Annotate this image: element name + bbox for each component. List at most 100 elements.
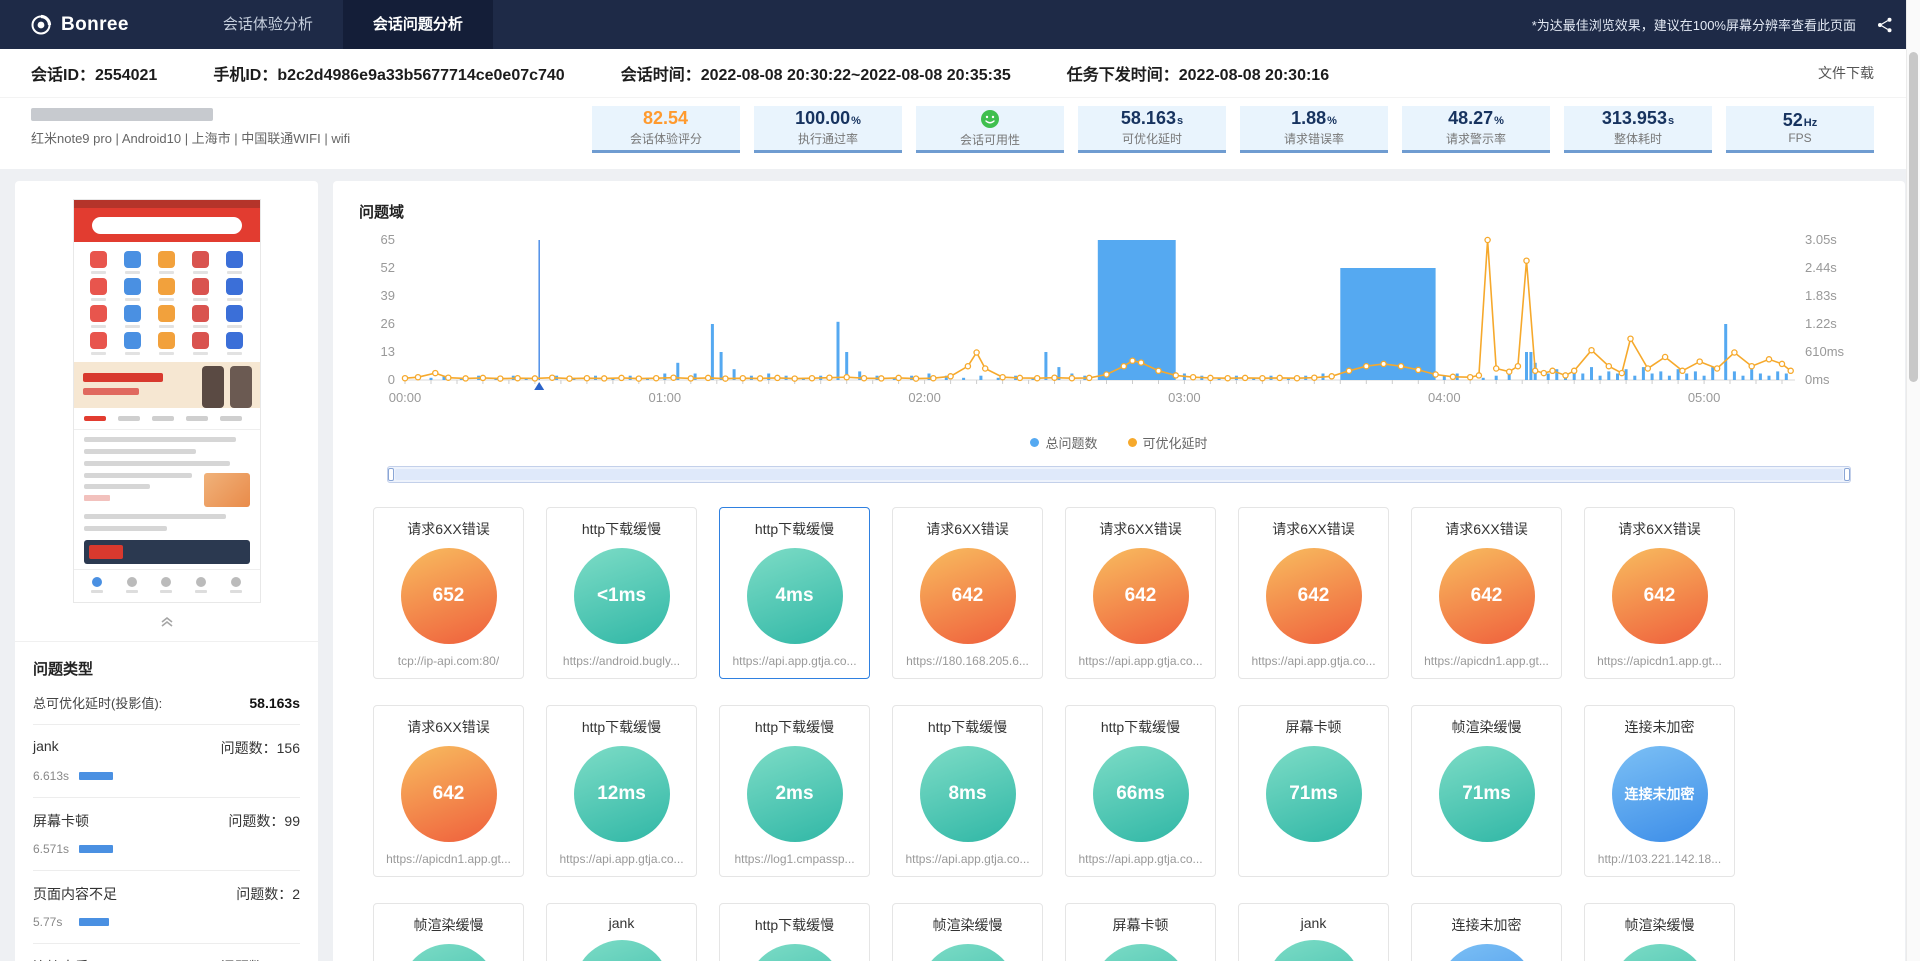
problem-domain-chart[interactable]: 00:0001:0002:0003:0004:0005:000132639526… [359, 228, 1871, 426]
problem-card[interactable]: jank185ms [546, 903, 697, 961]
problem-type-count: 问题数：2 [236, 884, 300, 904]
problem-card-title: 帧渲染缓慢 [414, 915, 484, 935]
problem-card-title: 请求6XX错误 [1445, 519, 1527, 539]
problem-card-url: tcp://ip-api.com:80/ [398, 654, 499, 668]
problem-card-url: https://api.app.gtja.co... [559, 852, 683, 866]
chart-range-slider[interactable] [387, 466, 1851, 483]
problem-card-title: 请求6XX错误 [926, 519, 1008, 539]
optimizable-delay-total: 总可优化延时(投影值): 58.163s [33, 693, 300, 712]
svg-text:3.05s: 3.05s [1805, 232, 1837, 247]
problem-card[interactable]: 连接未加密连接未加密 [1411, 903, 1562, 961]
problem-type-item[interactable]: jank问题数：1566.613s [33, 724, 300, 797]
kpi-label: FPS [1788, 131, 1811, 145]
brush-handle-left[interactable] [388, 468, 394, 481]
svg-text:0: 0 [388, 372, 395, 387]
problem-value-circle: 111ms [920, 944, 1016, 961]
problem-card[interactable]: 帧渲染缓慢71ms [1411, 705, 1562, 877]
task-dispatch-label: 任务下发时间： [1067, 67, 1179, 84]
kpi-strip: 红米note9 pro | Android10 | 上海市 | 中国联通WIFI… [0, 98, 1920, 169]
problem-card[interactable]: http下载缓慢8mshttps://api.app.gtja.co... [892, 705, 1043, 877]
problem-types-section: 问题类型 总可优化延时(投影值): 58.163s jank问题数：1566.6… [15, 642, 318, 961]
legend-item[interactable]: 总问题数 [1030, 433, 1097, 452]
problem-card-title: 帧渲染缓慢 [1625, 915, 1695, 935]
kpi-label: 请求错误率 [1284, 130, 1344, 147]
problem-card[interactable]: 请求6XX错误 642 https://apicdn1.app.gt... [1411, 507, 1562, 679]
session-time: 会话时间：2022-08-08 20:30:22~2022-08-08 20:3… [621, 61, 1011, 85]
problem-card-title: http下载缓慢 [928, 717, 1007, 737]
kpi-label: 整体耗时 [1614, 130, 1662, 147]
problem-card[interactable]: http下载缓慢58ms [719, 903, 870, 961]
problem-card[interactable]: 请求6XX错误 652 tcp://ip-api.com:80/ [373, 507, 524, 679]
problem-card-title: http下载缓慢 [755, 519, 834, 539]
total-label: 总可优化延时(投影值): [33, 693, 162, 712]
device-name-redacted [31, 108, 213, 121]
problem-card[interactable]: jank153ms [1238, 903, 1389, 961]
problem-card-title: 屏幕卡顿 [1286, 717, 1342, 737]
problem-card-title: 屏幕卡顿 [1113, 915, 1169, 935]
share-button[interactable] [1876, 16, 1894, 34]
problem-card[interactable]: 请求6XX错误642https://api.app.gtja.co... [1238, 507, 1389, 679]
problem-card-title: 帧渲染缓慢 [1452, 717, 1522, 737]
collapse-screenshot-button[interactable] [15, 611, 318, 642]
svg-text:05:00: 05:00 [1688, 390, 1721, 405]
problem-card-title: 请求6XX错误 [1618, 519, 1700, 539]
kpi-label: 可优化延时 [1122, 130, 1182, 147]
problem-card[interactable]: http下载缓慢66mshttps://api.app.gtja.co... [1065, 705, 1216, 877]
svg-text:04:00: 04:00 [1428, 390, 1461, 405]
problem-value-circle: 66ms [1093, 746, 1189, 842]
problem-card[interactable]: 请求6XX错误642https://180.168.205.6... [892, 507, 1043, 679]
file-download-link[interactable]: 文件下载 [1818, 63, 1874, 83]
problem-card-title: 请求6XX错误 [1272, 519, 1354, 539]
svg-text:01:00: 01:00 [649, 390, 682, 405]
problem-card[interactable]: 屏幕卡顿71ms [1238, 705, 1389, 877]
problem-card[interactable]: http下载缓慢<1mshttps://android.bugly... [546, 507, 697, 679]
problem-value-circle: 12ms [574, 746, 670, 842]
page-scrollbar[interactable] [1906, 0, 1920, 961]
brush-selection[interactable] [395, 469, 1843, 480]
bonree-logo-icon [30, 14, 52, 36]
brush-handle-right[interactable] [1844, 468, 1850, 481]
top-navbar: Bonree 会话体验分析 会话问题分析 *为达最佳浏览效果，建议在100%屏幕… [0, 0, 1920, 49]
problem-card[interactable]: 帧渲染缓慢111ms [892, 903, 1043, 961]
kpi-label: 执行通过率 [798, 130, 858, 147]
tab-session-experience[interactable]: 会话体验分析 [193, 0, 343, 49]
problem-value-circle: 2ms [747, 746, 843, 842]
problem-card-title: http下载缓慢 [1101, 717, 1180, 737]
problem-domain-chart-wrap: 00:0001:0002:0003:0004:0005:000132639526… [359, 228, 1879, 431]
problem-card-title: 请求6XX错误 [407, 519, 489, 539]
problem-card[interactable]: 屏幕卡顿291ms [1065, 903, 1216, 961]
problem-card[interactable]: http下载缓慢4mshttps://api.app.gtja.co... [719, 507, 870, 679]
problem-type-count: 问题数：99 [228, 811, 300, 831]
problem-card[interactable]: 请求6XX错误642https://apicdn1.app.gt... [1584, 507, 1735, 679]
legend-item[interactable]: 可优化延时 [1128, 433, 1208, 452]
problem-card-url: https://apicdn1.app.gt... [1424, 654, 1549, 668]
scrollbar-thumb[interactable] [1909, 52, 1918, 382]
problem-card-title: http下载缓慢 [755, 717, 834, 737]
problem-card[interactable]: 连接未加密连接未加密http://103.221.142.18... [1584, 705, 1735, 877]
problem-card[interactable]: http下载缓慢2mshttps://log1.cmpassp... [719, 705, 870, 877]
problem-type-count: 问题数：156 [221, 738, 300, 758]
session-time-value: 2022-08-08 20:30:22~2022-08-08 20:35:35 [701, 67, 1011, 84]
problem-type-item[interactable]: 页面内容不足问题数：25.77s [33, 870, 300, 943]
problem-type-item[interactable]: 屏幕卡顿问题数：996.571s [33, 797, 300, 870]
problem-card[interactable]: 请求6XX错误642https://apicdn1.app.gt... [373, 705, 524, 877]
problem-type-bar [79, 918, 109, 926]
problem-value-circle: 4ms [747, 548, 843, 644]
task-dispatch-value: 2022-08-08 20:30:16 [1179, 67, 1329, 84]
kpi-card: 313.953s整体耗时 [1564, 106, 1712, 153]
problem-card[interactable]: http下载缓慢12mshttps://api.app.gtja.co... [546, 705, 697, 877]
problem-card-title: http下载缓慢 [755, 915, 834, 935]
legend-label: 可优化延时 [1143, 433, 1208, 452]
phone-id-label: 手机ID： [213, 67, 277, 84]
problem-type-name: 屏幕卡顿 [33, 811, 89, 831]
problem-card[interactable]: 帧渲染缓慢22ms [1584, 903, 1735, 961]
problem-card[interactable]: 帧渲染缓慢143ms [373, 903, 524, 961]
problem-card[interactable]: 请求6XX错误642https://api.app.gtja.co... [1065, 507, 1216, 679]
problem-type-item[interactable]: 连接未重用问题数：2922.849s [33, 943, 300, 961]
problem-value-circle: 652 [401, 548, 497, 644]
problem-value-circle: 642 [1439, 548, 1535, 644]
session-time-label: 会话时间： [621, 67, 701, 84]
problem-value-circle: 642 [1612, 548, 1708, 644]
tab-session-problem[interactable]: 会话问题分析 [343, 0, 493, 49]
problem-card-title: jank [609, 915, 635, 931]
